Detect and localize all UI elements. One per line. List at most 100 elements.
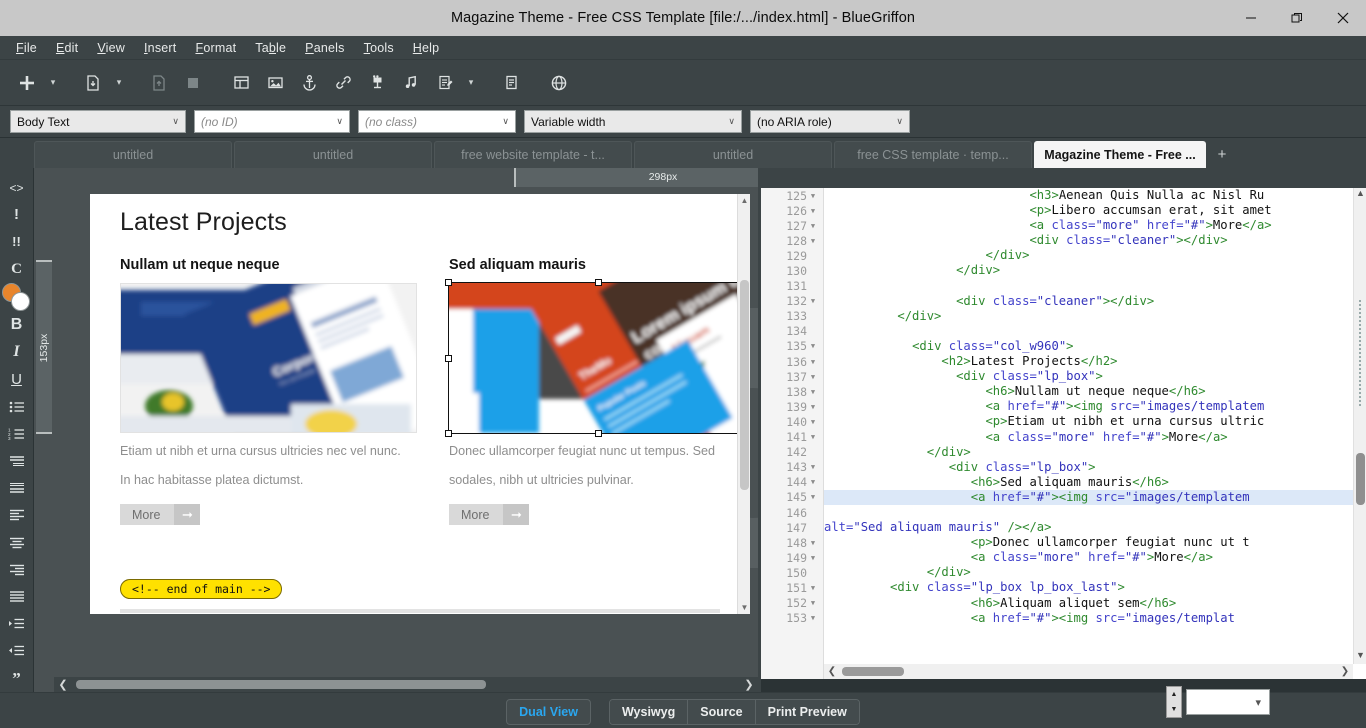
definition-description-icon[interactable] <box>2 475 32 502</box>
color-swatches[interactable] <box>1 283 32 312</box>
save-document-icon[interactable] <box>142 66 176 100</box>
tab-untitled-3[interactable]: untitled <box>634 141 832 168</box>
fold-toggle-icon[interactable]: ▼ <box>807 192 819 200</box>
tab-untitled-1[interactable]: untitled <box>34 141 232 168</box>
code-line[interactable]: <p>Donec ullamcorper feugiat nunc ut t <box>824 535 1353 550</box>
background-color-swatch[interactable] <box>10 292 30 312</box>
source-horizontal-thumb[interactable] <box>842 667 904 676</box>
wysiwyg-view-button[interactable]: Wysiwyg <box>609 699 689 724</box>
fold-toggle-icon[interactable]: ▼ <box>807 207 819 215</box>
publish-globe-icon[interactable] <box>542 66 576 100</box>
source-scroll-down-icon[interactable]: ▼ <box>1354 650 1366 664</box>
insert-form-caret-icon[interactable]: ▾ <box>462 66 480 100</box>
fold-toggle-icon[interactable]: ▼ <box>807 493 819 501</box>
code-line[interactable]: <div class="cleaner"></div> <box>824 233 1353 248</box>
aria-role-select[interactable]: (no ARIA role) ∨ <box>750 110 910 133</box>
new-tab-button[interactable]: + <box>1208 141 1236 168</box>
rendered-page[interactable]: Latest Projects Nullam ut neque neque Co… <box>90 194 750 614</box>
project-box-1[interactable]: Nullam ut neque neque Corporate free css… <box>120 257 417 526</box>
insert-video-icon[interactable] <box>360 66 394 100</box>
fold-toggle-icon[interactable]: ▼ <box>807 222 819 230</box>
source-scroll-left-icon[interactable]: ❮ <box>824 666 840 677</box>
project-box-2[interactable]: Sed aliquam mauris TheMo Lorem ipsum Ali… <box>445 257 750 526</box>
menu-edit[interactable]: Edit <box>47 38 88 58</box>
restore-button[interactable] <box>1274 0 1320 36</box>
insert-link-icon[interactable] <box>326 66 360 100</box>
menu-tools[interactable]: Tools <box>355 38 404 58</box>
fold-toggle-icon[interactable]: ▼ <box>807 237 819 245</box>
open-document-caret-icon[interactable]: ▾ <box>110 66 128 100</box>
outdent-icon[interactable] <box>2 638 32 665</box>
code-line[interactable] <box>824 324 1353 339</box>
underline-icon[interactable]: U <box>2 366 32 393</box>
fold-toggle-icon[interactable]: ▼ <box>807 388 819 396</box>
code-line[interactable]: <h6>Nullam ut neque neque</h6> <box>824 384 1353 399</box>
code-line[interactable]: <a href="#"><img src="images/templat <box>824 611 1353 626</box>
code-line[interactable] <box>824 505 1353 520</box>
align-justify-icon[interactable] <box>2 583 32 610</box>
print-preview-button[interactable]: Print Preview <box>755 699 859 724</box>
code-line[interactable]: <a href="#"><img src="images/templatem <box>824 489 1353 505</box>
insert-image-icon[interactable] <box>258 66 292 100</box>
vertical-ruler[interactable]: 153px <box>34 188 54 692</box>
selected-image-wrapper[interactable]: TheMo Lorem ipsum dolor consecte <box>445 279 750 437</box>
code-line[interactable]: <h6>Aliquam aliquet sem</h6> <box>824 596 1353 611</box>
bullet-list-icon[interactable] <box>2 393 32 420</box>
code-line[interactable]: <div class="cleaner"></div> <box>824 294 1353 309</box>
code-line[interactable]: <div class="lp_box"> <box>824 460 1353 475</box>
code-line[interactable] <box>824 279 1353 294</box>
definition-term-icon[interactable] <box>2 448 32 475</box>
stop-icon[interactable] <box>176 66 210 100</box>
code-line[interactable]: <p>Libero accumsan erat, sit amet <box>824 203 1353 218</box>
code-line[interactable]: <a class="more" href="#">More</a> <box>824 430 1353 445</box>
tab-free-website-template[interactable]: free website template - t... <box>434 141 632 168</box>
code-line[interactable]: alt="Sed aliquam mauris" /></a> <box>824 520 1353 535</box>
indent-icon[interactable] <box>2 611 32 638</box>
scroll-right-icon[interactable]: ❯ <box>740 678 758 691</box>
fold-toggle-icon[interactable]: ▼ <box>807 463 819 471</box>
source-view-button[interactable]: Source <box>688 699 756 724</box>
code-line[interactable]: <a href="#"><img src="images/templatem <box>824 399 1353 414</box>
new-document-icon[interactable] <box>10 66 44 100</box>
code-line[interactable]: <p>Etiam ut nibh et urna cursus ultric <box>824 414 1353 429</box>
source-vertical-thumb[interactable] <box>1356 453 1365 505</box>
insert-audio-icon[interactable] <box>394 66 428 100</box>
code-line[interactable]: </div> <box>824 263 1353 278</box>
new-document-caret-icon[interactable]: ▾ <box>44 66 62 100</box>
stepper-up-icon[interactable]: ▲ <box>1167 687 1181 702</box>
paragraph-style-select[interactable]: Body Text ∨ <box>10 110 186 133</box>
code-line[interactable]: </div> <box>824 565 1353 580</box>
bold-icon[interactable]: B <box>2 312 32 339</box>
fold-toggle-icon[interactable]: ▼ <box>807 539 819 547</box>
resize-handle-sw[interactable] <box>445 430 452 437</box>
fold-toggle-icon[interactable]: ▼ <box>807 297 819 305</box>
page-vertical-scrollbar[interactable]: ▲ ▼ <box>737 194 750 614</box>
code-line[interactable]: <a class="more" href="#">More</a> <box>824 218 1353 233</box>
code-line[interactable]: </div> <box>824 248 1353 263</box>
source-scroll-right-icon[interactable]: ❯ <box>1337 666 1353 677</box>
fold-toggle-icon[interactable]: ▼ <box>807 418 819 426</box>
code-line[interactable]: <h6>Sed aliquam mauris</h6> <box>824 475 1353 490</box>
fold-toggle-icon[interactable]: ▼ <box>807 599 819 607</box>
tab-free-css-template[interactable]: free CSS template · temp... <box>834 141 1032 168</box>
menu-panels[interactable]: Panels <box>296 38 354 58</box>
resize-handle-s[interactable] <box>595 430 602 437</box>
align-left-icon[interactable] <box>2 502 32 529</box>
clear-format-icon[interactable]: C <box>2 256 32 283</box>
fold-toggle-icon[interactable]: ▼ <box>807 584 819 592</box>
very-important-icon[interactable]: !! <box>2 228 32 255</box>
source-scroll-up-icon[interactable]: ▲ <box>1354 188 1366 202</box>
open-document-icon[interactable] <box>76 66 110 100</box>
fold-toggle-icon[interactable]: ▼ <box>807 478 819 486</box>
code-line[interactable]: <a class="more" href="#">More</a> <box>824 550 1353 565</box>
menu-table[interactable]: Table <box>246 38 296 58</box>
more-button-1[interactable]: More ➞ <box>120 504 201 526</box>
insert-table-icon[interactable] <box>224 66 258 100</box>
dual-view-button[interactable]: Dual View <box>506 698 591 725</box>
code-line[interactable]: </div> <box>824 445 1353 460</box>
menu-file[interactable]: File <box>7 38 47 58</box>
more-button-2[interactable]: More ➞ <box>449 504 530 526</box>
source-vertical-scrollbar[interactable]: ▲ ▼ <box>1353 188 1366 664</box>
menu-format[interactable]: Format <box>186 38 246 58</box>
fold-toggle-icon[interactable]: ▼ <box>807 554 819 562</box>
